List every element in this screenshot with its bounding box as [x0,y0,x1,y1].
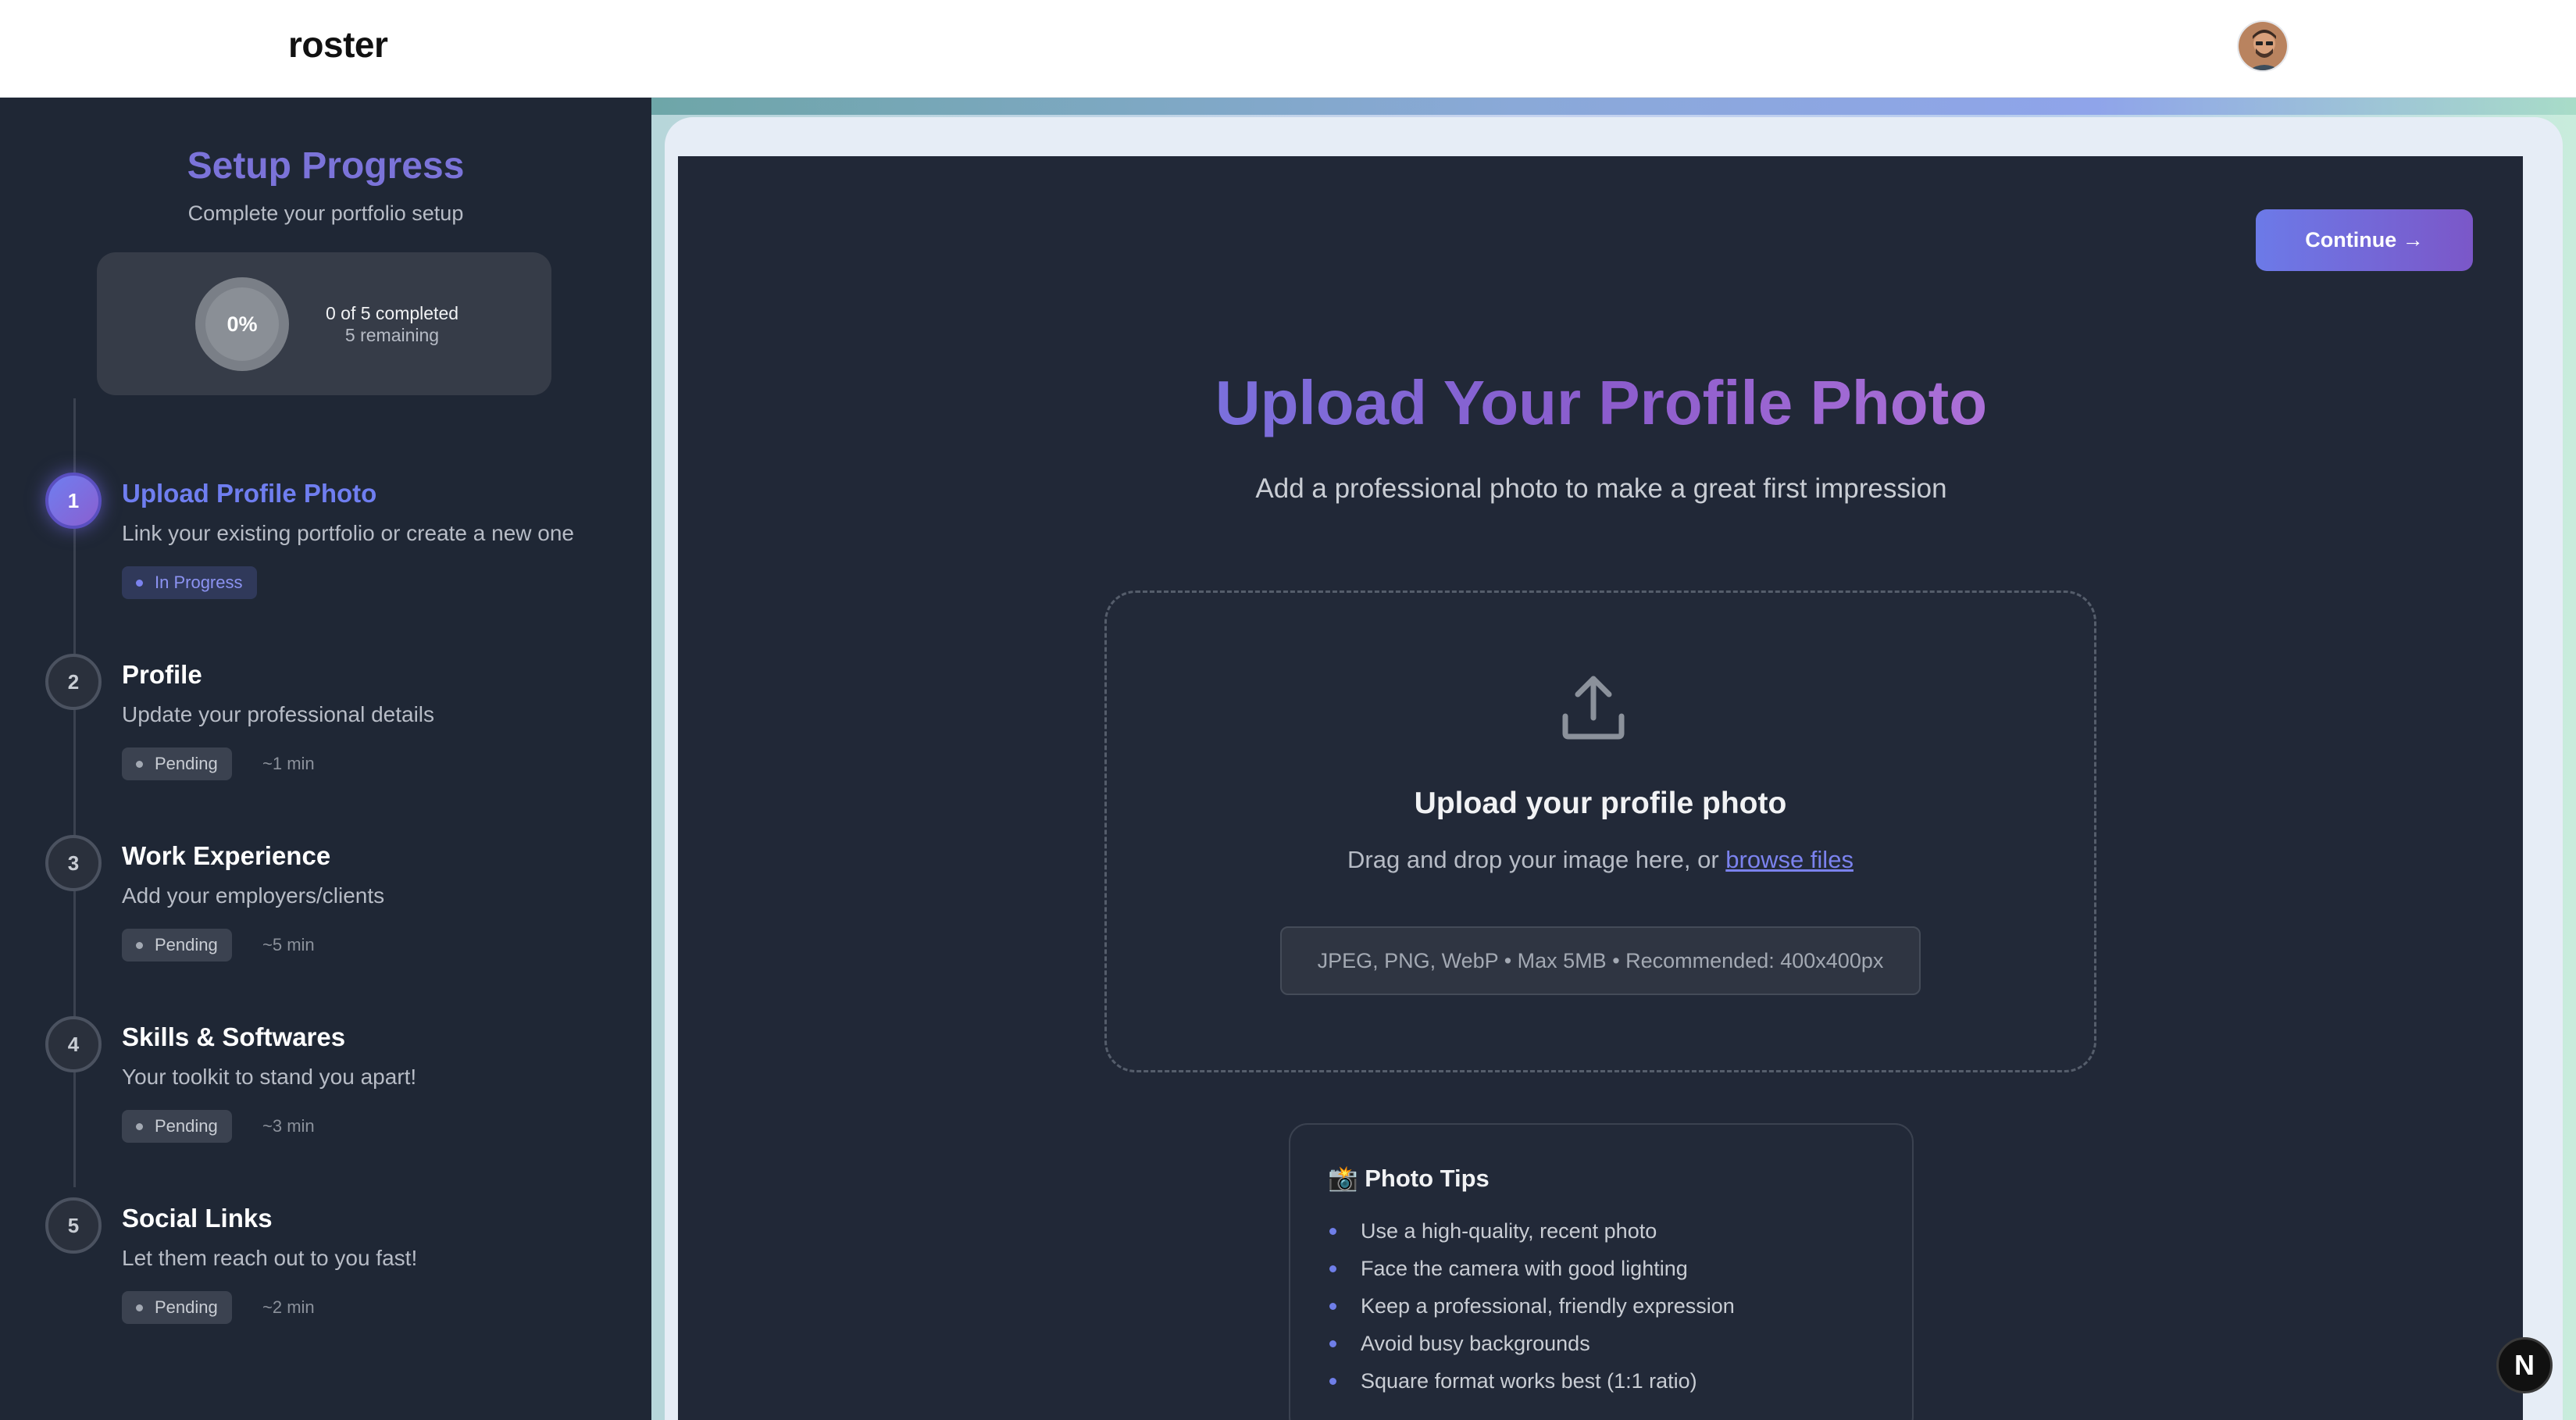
tips-list: Use a high-quality, recent photo Face th… [1328,1217,1735,1404]
photo-tips-card: 📸 Photo Tips Use a high-quality, recent … [1289,1123,1914,1420]
page-subtitle: Add a professional photo to make a great… [1255,473,1947,504]
status-badge: Pending [122,1291,232,1324]
progress-card: 0% 0 of 5 completed 5 remaining [97,252,551,395]
continue-button[interactable]: Continue → [2256,209,2473,271]
step-skills-softwares[interactable]: 4 Skills & Softwares Your toolkit to sta… [45,1016,639,1188]
step-number: 3 [45,835,102,891]
step-title: Work Experience [122,841,331,870]
step-title: Profile [122,660,202,689]
step-eta: ~5 min [262,935,315,954]
step-number: 1 [45,473,102,529]
step-eta: ~1 min [262,754,315,773]
step-title: Upload Profile Photo [122,479,377,508]
accepted-formats: JPEG, PNG, WebP • Max 5MB • Recommended:… [1280,926,1921,995]
page-title: Upload Your Profile Photo [937,367,2265,439]
step-eta: ~2 min [262,1297,315,1317]
setup-sidebar: Setup Progress Complete your portfolio s… [0,98,651,1420]
user-avatar[interactable] [2237,20,2289,72]
step-upload-profile-photo[interactable]: 1 Upload Profile Photo Link your existin… [45,473,639,644]
step-title: Skills & Softwares [122,1022,346,1051]
upload-icon [1562,676,1625,740]
sidebar-title: Setup Progress [187,145,465,187]
tips-title: 📸 Photo Tips [1328,1165,1490,1192]
tip-item: Keep a professional, friendly expression [1328,1292,1735,1329]
status-badge: Pending [122,1110,232,1143]
tip-item: Face the camera with good lighting [1328,1254,1735,1292]
brand-logo[interactable]: roster [288,23,388,66]
status-badge: In Progress [122,566,257,599]
tip-item: Avoid busy backgrounds [1328,1329,1735,1367]
progress-percent: 0% [205,287,279,361]
step-title: Social Links [122,1204,273,1233]
tip-item: Use a high-quality, recent photo [1328,1217,1735,1254]
step-social-links[interactable]: 5 Social Links Let them reach out to you… [45,1197,639,1369]
dropzone-title: Upload your profile photo [1414,787,1787,820]
step-description: Link your existing portfolio or create a… [122,521,574,545]
step-profile[interactable]: 2 Profile Update your professional detai… [45,654,639,826]
step-number: 5 [45,1197,102,1254]
status-badge: Pending [122,747,232,780]
tip-item: Square format works best (1:1 ratio) [1328,1367,1735,1404]
photo-dropzone[interactable]: Upload your profile photo Drag and drop … [1104,590,2096,1072]
progress-completed-text: 0 of 5 completed [325,303,459,323]
progress-remaining-text: 5 remaining [344,325,440,345]
step-eta: ~3 min [262,1116,315,1136]
step-description: Let them reach out to you fast! [122,1246,418,1270]
step-description: Add your employers/clients [122,883,385,908]
step-number: 4 [45,1016,102,1072]
top-navbar: roster [0,0,2576,98]
step-description: Update your professional details [122,702,435,726]
main-top-strip [651,98,2576,115]
sidebar-subtitle: Complete your portfolio setup [187,202,464,225]
step-work-experience[interactable]: 3 Work Experience Add your employers/cli… [45,835,639,1007]
step-description: Your toolkit to stand you apart! [122,1065,417,1089]
dev-tools-n-badge[interactable]: N [2496,1337,2553,1393]
status-badge: Pending [122,929,232,962]
step-number: 2 [45,654,102,710]
dropzone-instruction: Drag and drop your image here, or [1347,846,1726,873]
progress-ring: 0% [195,277,289,371]
browse-files-link[interactable]: browse files [1725,846,1854,873]
dropzone-text: Drag and drop your image here, or browse… [1107,846,2094,874]
